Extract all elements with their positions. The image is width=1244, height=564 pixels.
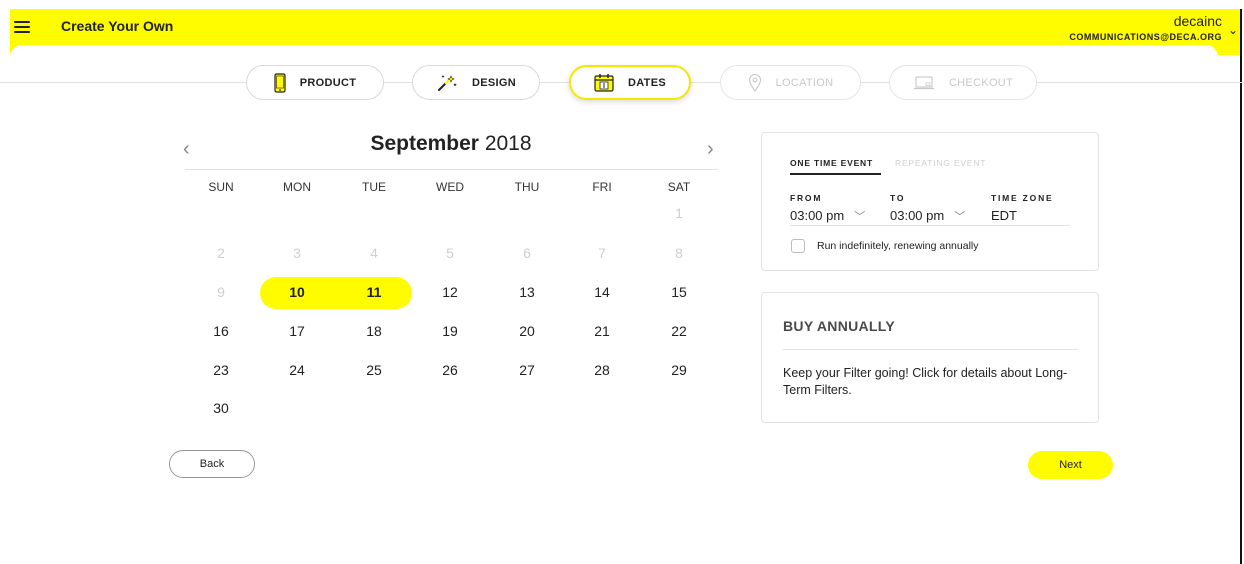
- calendar-day[interactable]: 23: [191, 355, 251, 385]
- calendar-day: 3: [293, 245, 301, 261]
- chevron-down-icon[interactable]: ⌄: [1228, 23, 1238, 37]
- buy-annually-card[interactable]: BUY ANNUALLY Keep your Filter going! Cli…: [761, 292, 1099, 423]
- chevron-down-icon: ﹀: [954, 211, 966, 223]
- timezone-label: TIME ZONE: [991, 193, 1054, 203]
- calendar-day: 8: [675, 245, 683, 261]
- step-checkout[interactable]: CHECKOUT: [889, 65, 1037, 100]
- calendar-day[interactable]: 13: [497, 277, 557, 307]
- from-time-value: 03:00 pm: [790, 208, 845, 223]
- calendar-day[interactable]: 19: [420, 316, 480, 346]
- step-location-label: LOCATION: [775, 76, 834, 89]
- timezone-select[interactable]: EDT: [991, 208, 1017, 223]
- step-dates[interactable]: DATES: [569, 65, 691, 100]
- renew-annually-label[interactable]: Run indefinitely, renewing annually: [817, 240, 979, 252]
- step-checkout-label: CHECKOUT: [948, 76, 1014, 89]
- calendar-divider: [185, 169, 718, 170]
- location-pin-icon: [748, 73, 762, 92]
- account-menu[interactable]: decainc COMMUNICATIONS@DECA.ORG: [1069, 13, 1222, 42]
- calendar-day: 2: [217, 245, 225, 261]
- chevron-down-icon: ﹀: [854, 211, 866, 223]
- calendar-day[interactable]: 16: [191, 316, 251, 346]
- calendar-day[interactable]: 12: [420, 277, 480, 307]
- step-location[interactable]: LOCATION: [720, 65, 861, 100]
- to-time-select[interactable]: 03:00 pm ﹀: [890, 208, 965, 224]
- calendar-day[interactable]: 11: [344, 277, 404, 307]
- calendar-day[interactable]: 28: [572, 355, 632, 385]
- calendar-day[interactable]: 25: [344, 355, 404, 385]
- calendar-icon: [594, 73, 614, 92]
- field-divider: [790, 225, 1070, 226]
- step-design[interactable]: DESIGN: [412, 65, 540, 100]
- laptop-icon: [913, 75, 935, 90]
- calendar-day[interactable]: 27: [497, 355, 557, 385]
- calendar-day[interactable]: 18: [344, 316, 404, 346]
- calendar-day: 7: [598, 245, 606, 261]
- calendar-day: 9: [217, 284, 225, 300]
- buy-divider: [783, 349, 1078, 350]
- to-time-value: 03:00 pm: [890, 208, 945, 223]
- calendar-day: 4: [370, 245, 378, 261]
- calendar-day[interactable]: 20: [497, 316, 557, 346]
- calendar-day[interactable]: 17: [267, 316, 327, 346]
- calendar-day[interactable]: 10: [267, 277, 327, 307]
- weekday-header: FRI: [592, 180, 612, 194]
- account-name: decainc: [1173, 13, 1222, 29]
- calendar-day[interactable]: 26: [420, 355, 480, 385]
- calendar-day[interactable]: 24: [267, 355, 327, 385]
- calendar-day: 6: [523, 245, 531, 261]
- calendar-day[interactable]: 22: [649, 316, 709, 346]
- active-tab-underline: [790, 173, 881, 175]
- weekday-header: MON: [283, 180, 311, 194]
- magic-wand-icon: [436, 74, 458, 92]
- calendar-day: 5: [446, 245, 454, 261]
- weekday-header: TUE: [362, 180, 386, 194]
- app-title: Create Your Own: [61, 18, 174, 34]
- calendar-day[interactable]: 30: [191, 393, 251, 423]
- step-dates-label: DATES: [628, 76, 666, 89]
- calendar-day[interactable]: 15: [649, 277, 709, 307]
- weekday-header: WED: [436, 180, 464, 194]
- buy-annually-title: BUY ANNUALLY: [783, 318, 895, 334]
- to-label: TO: [890, 193, 906, 203]
- calendar-day[interactable]: 21: [572, 316, 632, 346]
- next-button[interactable]: Next: [1028, 451, 1113, 479]
- step-product-label: PRODUCT: [299, 76, 357, 89]
- calendar-day: 1: [675, 205, 683, 221]
- from-label: FROM: [790, 193, 823, 203]
- renew-annually-checkbox[interactable]: [791, 239, 805, 253]
- event-settings-card: ONE TIME EVENT REPEATING EVENT FROM TO T…: [761, 132, 1099, 271]
- calendar-year: 2018: [484, 132, 532, 155]
- account-email: COMMUNICATIONS@DECA.ORG: [1069, 32, 1222, 42]
- step-product[interactable]: PRODUCT: [246, 65, 384, 100]
- weekday-header: THU: [514, 180, 540, 194]
- phone-icon: [274, 72, 286, 93]
- back-button[interactable]: Back: [169, 450, 255, 478]
- tab-repeating-event[interactable]: REPEATING EVENT: [895, 158, 986, 168]
- weekday-header: SAT: [667, 180, 691, 194]
- tab-one-time-event[interactable]: ONE TIME EVENT: [790, 158, 873, 168]
- weekday-header: SUN: [208, 180, 234, 194]
- calendar-day[interactable]: 14: [572, 277, 632, 307]
- hamburger-menu-icon[interactable]: [14, 21, 30, 33]
- step-design-label: DESIGN: [472, 76, 516, 89]
- window-edge: [1240, 9, 1242, 564]
- from-time-select[interactable]: 03:00 pm ﹀: [790, 208, 865, 224]
- calendar-day[interactable]: 29: [649, 355, 709, 385]
- calendar-month-title: September 2018: [185, 132, 717, 156]
- calendar-month: September: [370, 132, 479, 155]
- buy-annually-text: Keep your Filter going! Click for detail…: [783, 366, 1068, 397]
- content-cap: [10, 45, 1218, 65]
